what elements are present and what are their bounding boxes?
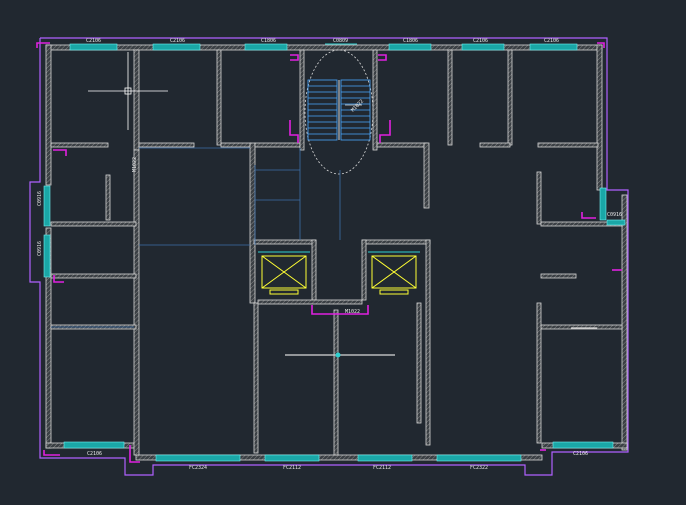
label-top-7: C2106 bbox=[544, 38, 559, 44]
label-bottom-4: FC2112 bbox=[373, 465, 391, 471]
label-top-5: C1806 bbox=[403, 38, 418, 44]
crosshair-cursor bbox=[88, 52, 168, 130]
label-top-6: C2106 bbox=[473, 38, 488, 44]
label-door-2: M1022 bbox=[345, 309, 360, 315]
staircase bbox=[304, 49, 374, 175]
door-markers bbox=[36, 42, 622, 463]
label-top-2: C2106 bbox=[170, 38, 185, 44]
label-bottom-6: C2106 bbox=[573, 451, 588, 457]
label-left-2: C0916 bbox=[37, 241, 43, 256]
elevator-left bbox=[258, 251, 310, 295]
window-labels: C2106 C2106 C1806 C0809 C1806 C2106 C210… bbox=[37, 38, 622, 471]
label-bottom-5: FC2322 bbox=[470, 465, 488, 471]
label-top-3: C1806 bbox=[261, 38, 276, 44]
label-right-1: C0916 bbox=[607, 212, 622, 218]
label-door-3: M1022 bbox=[350, 99, 365, 114]
label-top-1: C2106 bbox=[86, 38, 101, 44]
label-door-1: M1022 bbox=[132, 157, 138, 172]
corridor-line bbox=[285, 327, 597, 358]
label-left-1: C0916 bbox=[37, 191, 43, 206]
label-bottom-2: FC2324 bbox=[189, 465, 207, 471]
label-bottom-3: FC2112 bbox=[283, 465, 301, 471]
elevator-right bbox=[368, 251, 420, 295]
label-bottom-1: C2106 bbox=[87, 451, 102, 457]
interior-walls bbox=[50, 49, 623, 456]
label-top-4: C0809 bbox=[333, 38, 348, 44]
floor-plan-canvas[interactable]: C2106 C2106 C1806 C0809 C1806 C2106 C210… bbox=[0, 0, 686, 505]
